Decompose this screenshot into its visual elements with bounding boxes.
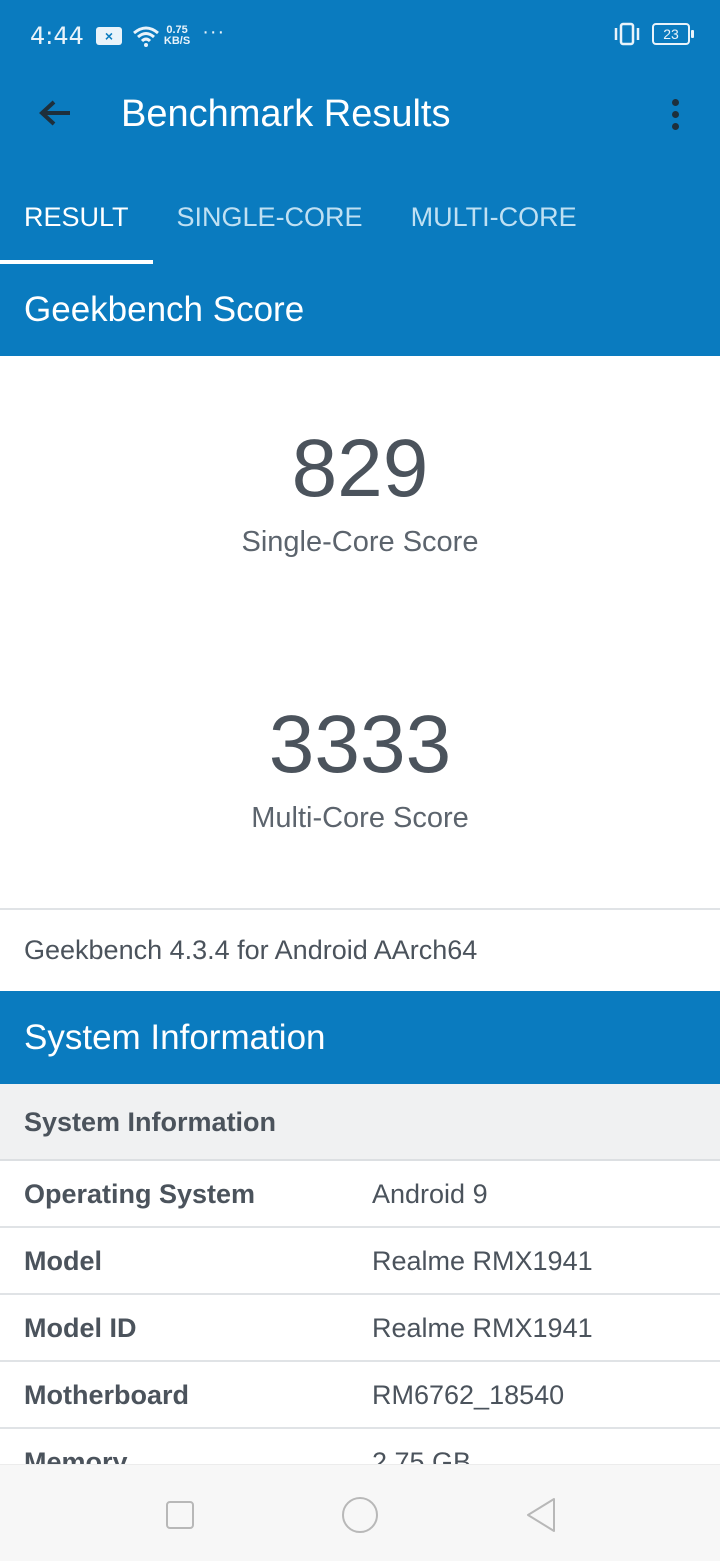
table-row: Operating System Android 9 xyxy=(0,1161,720,1228)
row-value: Realme RMX1941 xyxy=(372,1246,593,1276)
table-row: Motherboard RM6762_18540 xyxy=(0,1362,720,1429)
vibrate-icon xyxy=(614,22,640,46)
row-value: RM6762_18540 xyxy=(372,1380,565,1410)
recents-icon[interactable] xyxy=(160,1495,200,1535)
row-key: Operating System xyxy=(24,1179,256,1209)
system-information-header: System Information xyxy=(0,991,720,1084)
single-core-score: 829 Single-Core Score xyxy=(0,424,720,559)
multi-core-score: 3333 Multi-Core Score xyxy=(0,700,720,835)
multi-core-score-label: Multi-Core Score xyxy=(251,802,469,834)
app-bar: Benchmark Results xyxy=(0,72,720,162)
tab-bar: RESULT SINGLE-CORE MULTI-CORE xyxy=(0,162,720,264)
tab-single-core[interactable]: SINGLE-CORE xyxy=(153,162,387,264)
row-key: Model xyxy=(24,1246,102,1276)
back-nav-icon[interactable] xyxy=(520,1495,560,1535)
row-key: Model ID xyxy=(24,1313,137,1343)
battery-level: 23 xyxy=(663,26,679,42)
home-icon[interactable] xyxy=(340,1495,380,1535)
wifi-icon xyxy=(132,26,159,47)
battery-icon: 23 xyxy=(652,23,694,45)
status-right: 23 xyxy=(612,22,694,46)
geekbench-version: Geekbench 4.3.4 for Android AArch64 xyxy=(0,908,720,991)
back-arrow-icon[interactable] xyxy=(32,90,82,140)
row-value: Android 9 xyxy=(372,1179,488,1209)
single-core-score-label: Single-Core Score xyxy=(241,526,479,558)
network-speed-unit: KB/S xyxy=(163,35,191,47)
row-value: Realme RMX1941 xyxy=(372,1313,593,1343)
network-speed: 0.75 KB/S xyxy=(164,25,190,47)
row-key: Motherboard xyxy=(24,1380,189,1410)
more-options-icon[interactable] xyxy=(660,94,690,138)
system-information-subheader: System Information xyxy=(0,1084,720,1161)
system-info-table: Operating System Android 9 Model Realme … xyxy=(0,1161,720,1496)
table-row: Model ID Realme RMX1941 xyxy=(0,1295,720,1362)
status-overflow: ··· xyxy=(202,20,226,43)
status-bar: 4:44 × 0.75 KB/S ··· 23 xyxy=(0,0,720,72)
status-left: 4:44 × 0.75 KB/S ··· xyxy=(30,20,226,51)
tab-multi-core[interactable]: MULTI-CORE xyxy=(387,162,601,264)
system-navigation-bar xyxy=(0,1464,720,1561)
geekbench-score-header: Geekbench Score xyxy=(0,264,720,356)
tab-result[interactable]: RESULT xyxy=(0,162,153,264)
status-time: 4:44 xyxy=(30,22,84,50)
multi-core-score-value: 3333 xyxy=(268,699,452,790)
page-title: Benchmark Results xyxy=(121,93,451,135)
notification-icon: × xyxy=(95,27,122,45)
single-core-score-value: 829 xyxy=(291,423,429,514)
table-row: Model Realme RMX1941 xyxy=(0,1228,720,1295)
